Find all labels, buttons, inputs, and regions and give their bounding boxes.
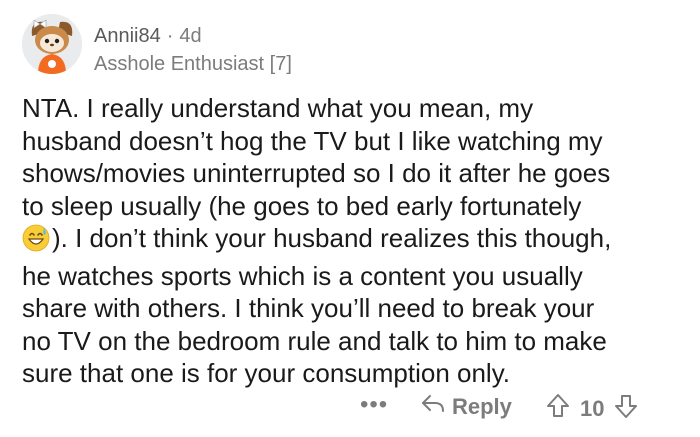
snoo-avatar-icon — [22, 14, 82, 74]
comment-body: NTA. I really understand what you mean, … — [22, 92, 690, 390]
reply-button[interactable]: Reply — [420, 393, 512, 421]
comment-line: he watches sports which is a content you… — [22, 260, 583, 291]
comment-line: no TV on the bedroom rule and talk to hi… — [22, 325, 607, 356]
avatar[interactable] — [22, 14, 82, 74]
comment-line: NTA. I really understand what you mean, … — [22, 93, 534, 123]
comment-line: to sleep usually (he goes to bed early f… — [22, 190, 582, 221]
reply-label: Reply — [452, 394, 512, 419]
comment-line-text: ). I don’t think your husband realizes t… — [52, 223, 612, 253]
comment-meta: Annii84 · 4d Asshole Enthusiast [7] — [94, 24, 292, 76]
upvote-icon[interactable] — [546, 393, 570, 425]
comment-line: husband doesn’t hog the TV but I like wa… — [22, 125, 603, 156]
grinning-face-with-sweat-icon — [22, 224, 50, 260]
comment-age: 4d — [179, 25, 202, 47]
comment-line: sure that one is for your consumption on… — [22, 358, 510, 388]
meta-line: Annii84 · 4d — [94, 24, 292, 48]
vote-score: 10 — [580, 396, 605, 421]
downvote-icon[interactable] — [614, 393, 638, 425]
meta-separator: · — [166, 25, 174, 47]
more-options-button[interactable]: ••• — [360, 391, 388, 419]
username-link[interactable]: Annii84 — [94, 25, 161, 47]
comment-actions: ••• Reply 10 — [360, 391, 680, 425]
comment-line-with-emoji: ). I don’t think your husband realizes t… — [22, 222, 690, 260]
comment-line: shows/movies uninterrupted so I do it af… — [22, 158, 611, 188]
comment-line: share with others. I think you’ll need t… — [22, 293, 595, 323]
user-flair: Asshole Enthusiast [7] — [94, 53, 292, 75]
reply-arrow-icon — [420, 393, 446, 421]
comment: Annii84 · 4d Asshole Enthusiast [7] NTA. I… — [0, 0, 700, 437]
vote-controls: 10 — [546, 393, 638, 425]
